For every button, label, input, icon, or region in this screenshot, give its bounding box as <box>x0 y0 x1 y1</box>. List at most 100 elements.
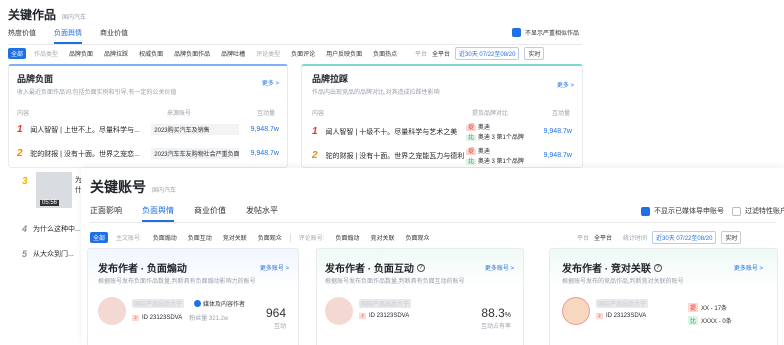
platform-select[interactable]: 全平台 <box>594 233 612 242</box>
chip-4[interactable]: 权威负面 <box>136 48 166 59</box>
chip-6[interactable]: 品牌吐槽 <box>218 48 248 59</box>
brand-negative-card: 品牌负面 收入最近负面作品词,包括负面实例和引导,有一定的公关价值 更多 > 内… <box>8 64 288 168</box>
brand-1: 奥迪 <box>477 149 490 155</box>
tab-commercial[interactable]: 商业价值 <box>194 205 226 222</box>
card-title: 发布作者 · 负面互动 ? <box>325 260 425 275</box>
more-accounts-link[interactable]: 更多账号 > <box>734 263 763 272</box>
page-title: 关键账号 <box>90 179 146 195</box>
key-accounts-window: 关键账号 国内汽车 正面影响 负面舆情 商业价值 发帖水平 不显示已媒体导申账号… <box>81 168 784 345</box>
row-text: 为什么这种中... <box>33 226 81 233</box>
chip-all[interactable]: 全部 <box>90 232 109 243</box>
chip-all[interactable]: 全部 <box>8 48 27 59</box>
avatar[interactable] <box>98 297 126 325</box>
card-title-text: 发布作者 · 负面互动 <box>325 264 414 275</box>
table-row[interactable]: 2 驼的财报 | 没有十面。世界之宠能瓦力与德利 提 奥迪 比 奥迪 3 第1个… <box>302 146 582 165</box>
more-link[interactable]: 更多 > <box>557 80 574 89</box>
chip-1[interactable]: 作品类型 <box>31 48 61 59</box>
tab-heat[interactable]: 热度价值 <box>8 28 36 44</box>
account-card-competitor: 发布作者 · 竞对关联 ? 更多账号 > 根据账号发布的竞品作品,判断竞对关联的… <box>549 248 778 345</box>
help-icon[interactable]: ? <box>653 263 662 272</box>
more-link[interactable]: 更多 > <box>262 78 279 87</box>
help-icon[interactable]: ? <box>416 263 425 272</box>
date-range-picker[interactable]: 近30天 07/22至08/20 <box>652 231 717 244</box>
card-title: 发布作者 · 负面煽动 <box>98 264 187 275</box>
tab-positive[interactable]: 正面影响 <box>90 205 122 222</box>
chip-2[interactable]: 品牌负面 <box>66 48 96 59</box>
card-desc: 根据账号发布负面作品数量,判断具有负面互动的账号 <box>325 279 465 285</box>
tab-commercial[interactable]: 商业价值 <box>100 28 128 44</box>
tab-negative[interactable]: 负面舆情 <box>54 28 82 44</box>
brand-badge-icon: 比 <box>466 135 477 141</box>
time-label: 统计时间 <box>623 236 648 242</box>
account-id: ID 23123SDVA <box>369 313 410 319</box>
chip-divider <box>289 233 291 242</box>
tab-posting[interactable]: 发帖水平 <box>246 205 278 222</box>
account-id-row: ♪ ID 23123SDVA <box>596 313 646 319</box>
list-item[interactable]: 5 从大众到门... <box>22 249 74 259</box>
checkbox-label: 过滤特性账户 <box>745 208 784 215</box>
dedupe-checkbox[interactable]: 不显示严重相似作品 <box>512 28 579 37</box>
refresh-button[interactable]: 实时 <box>721 231 742 244</box>
avatar[interactable] <box>325 297 353 325</box>
chip-3[interactable]: 品牌拉踩 <box>101 48 131 59</box>
table-row[interactable]: 1 闻人智智 | 十级不十。尽量科学与艺术之美 提 奥迪 比 奥迪 3 第1个品… <box>302 122 582 141</box>
table-header: 内容 来源账号 互动量 <box>9 108 287 117</box>
chip-negative-interact[interactable]: 负面互动 <box>185 232 215 243</box>
account-card-incite: 发布作者 · 负面煽动 更多账号 > 根据账号发布负面作品数量,判断具有负面煽动… <box>87 248 299 345</box>
more-accounts-link[interactable]: 更多账号 > <box>485 263 514 272</box>
list-item[interactable]: 3 05:56 为什 <box>18 172 88 212</box>
chip-c-competitor[interactable]: 竞对关联 <box>367 232 397 243</box>
rank-number: 3 <box>22 176 28 187</box>
account-name[interactable]: 国际产品出品大于 <box>596 299 649 308</box>
avatar[interactable] <box>562 297 590 325</box>
source-tag: 2023购买汽车及销售 <box>151 124 239 135</box>
chip-group-label-comment: 评论账号: <box>298 236 325 242</box>
checkbox-label: 不显示严重相似作品 <box>525 31 580 37</box>
chip-10[interactable]: 负面热点 <box>370 48 400 59</box>
account-name[interactable]: 国际产品出品大于 <box>359 299 412 308</box>
platform-select[interactable]: 全平台 <box>432 49 450 58</box>
table-header: 内容 提及品牌对比 互动量 <box>302 108 582 117</box>
chip-c-incite[interactable]: 负面煽动 <box>332 232 362 243</box>
brand-2: 奥迪 3 第1个品牌 <box>477 135 524 141</box>
chip-8[interactable]: 负面评论 <box>288 48 318 59</box>
chip-c-viewer[interactable]: 负面观众 <box>402 232 432 243</box>
card-desc: 根据账号发布负面作品数量,判断具有负面煽动影响力的账号 <box>98 279 256 285</box>
hide-media-checkbox[interactable]: 不显示已媒体导申账号 <box>641 206 724 216</box>
filter-special-checkbox[interactable]: 过滤特性账户 <box>732 206 784 216</box>
checkbox-checked-icon[interactable] <box>641 206 650 216</box>
more-accounts-link[interactable]: 更多账号 > <box>260 263 289 272</box>
table-row[interactable]: 1 闻人智智 | 上世不上。尽量科学与... 2023购买汽车及销售 9,948… <box>9 124 287 135</box>
tab-negative[interactable]: 负面舆情 <box>142 205 174 222</box>
checkbox-unchecked-icon[interactable] <box>732 206 741 216</box>
table-row[interactable]: 2 驼的财报 | 没有十面。世界之宠恋... 2023汽车车友购物社会严重负面.… <box>9 148 287 159</box>
brand-compare: 提 奥迪 比 奥迪 3 第1个品牌 <box>466 122 533 141</box>
account-id-row: ♪ ID 23123SDVA <box>359 313 409 319</box>
chip-negative-viewer[interactable]: 负面观众 <box>255 232 285 243</box>
chip-5[interactable]: 品牌负面作品 <box>171 48 213 59</box>
chip-7[interactable]: 评论类型 <box>253 48 283 59</box>
date-range-picker[interactable]: 近30天 07/22至08/20 <box>455 47 520 60</box>
card-desc: 收入最近负面作品词,包括负面实例和引导,有一定的公关价值 <box>17 90 177 96</box>
brand-badge-icon: 比 <box>466 159 477 165</box>
col-interactions: 互动量 <box>257 111 276 117</box>
refresh-button[interactable]: 实时 <box>524 47 545 60</box>
rank-number: 1 <box>312 126 318 137</box>
rank-number: 4 <box>22 224 28 234</box>
chip-negative-incite[interactable]: 负面煽动 <box>150 232 180 243</box>
competitor-relation-2: 比 XXXX - 0条 <box>688 316 732 325</box>
card-desc: 作品内出现竞品的品牌对比,对其造成拉踩性影响 <box>312 90 440 96</box>
col-content: 内容 <box>312 111 325 117</box>
account-name[interactable]: 国际产品出品大于 <box>132 299 185 308</box>
checkbox-checked-icon[interactable] <box>512 28 521 37</box>
interaction-label: 互动 <box>273 324 286 330</box>
row-text: 闻人智智 | 上世不上。尽量科学与... <box>30 126 140 134</box>
list-item[interactable]: 4 为什么这种中... <box>22 224 81 234</box>
chip-9[interactable]: 用户反映负面 <box>323 48 365 59</box>
row-value: 9,948.7w <box>543 128 572 135</box>
platform-icon: ♪ <box>132 314 139 321</box>
competitor-relation-1: 提 XX - 17条 <box>688 303 727 312</box>
chip-competitor[interactable]: 竞对关联 <box>220 232 250 243</box>
brand-badge-icon: 比 <box>688 316 699 325</box>
col-interactions: 互动量 <box>552 111 571 117</box>
